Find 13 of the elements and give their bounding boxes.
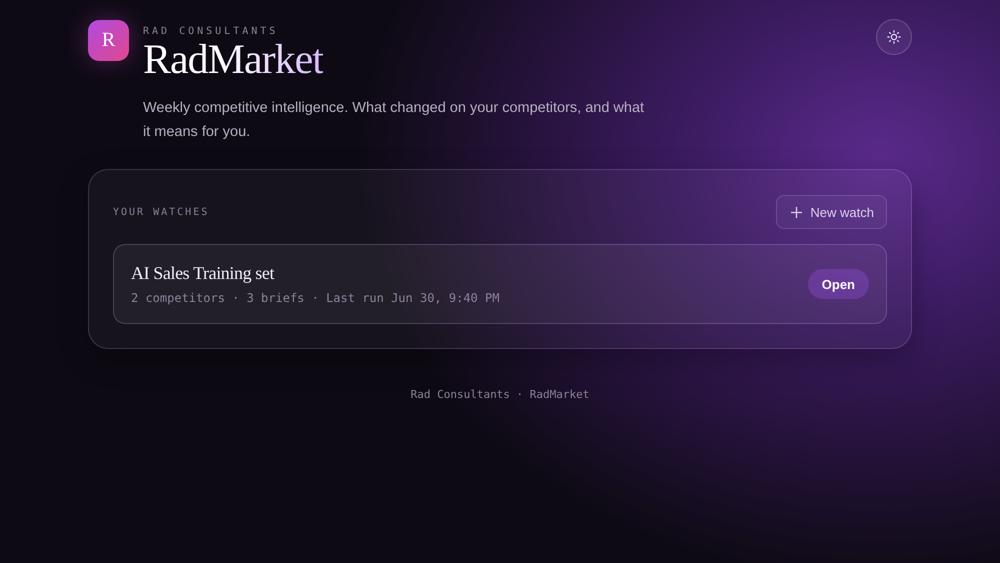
company-name: RAD CONSULTANTS — [143, 26, 278, 37]
logo: R — [88, 20, 129, 61]
watch-meta: 2 competitors · 3 briefs · Last run Jun 30, 9:40 PM — [131, 291, 500, 305]
open-button[interactable]: Open — [808, 269, 869, 299]
new-watch-button[interactable]: New watch — [776, 195, 887, 229]
plus-icon — [791, 206, 802, 218]
sun-icon — [887, 30, 901, 44]
watch-item[interactable]: AI Sales Training set 2 competitors · 3 briefs · Last run Jun 30, 9:40 PM Open — [113, 244, 887, 324]
footer-text: Rad Consultants · RadMarket — [410, 388, 590, 401]
theme-toggle-button[interactable] — [876, 19, 912, 55]
watch-name: AI Sales Training set — [131, 263, 274, 284]
section-heading: YOUR WATCHES — [113, 206, 210, 218]
tagline: Weekly competitive intelligence. What changed on your competitors, and what it means for you. — [143, 99, 646, 142]
